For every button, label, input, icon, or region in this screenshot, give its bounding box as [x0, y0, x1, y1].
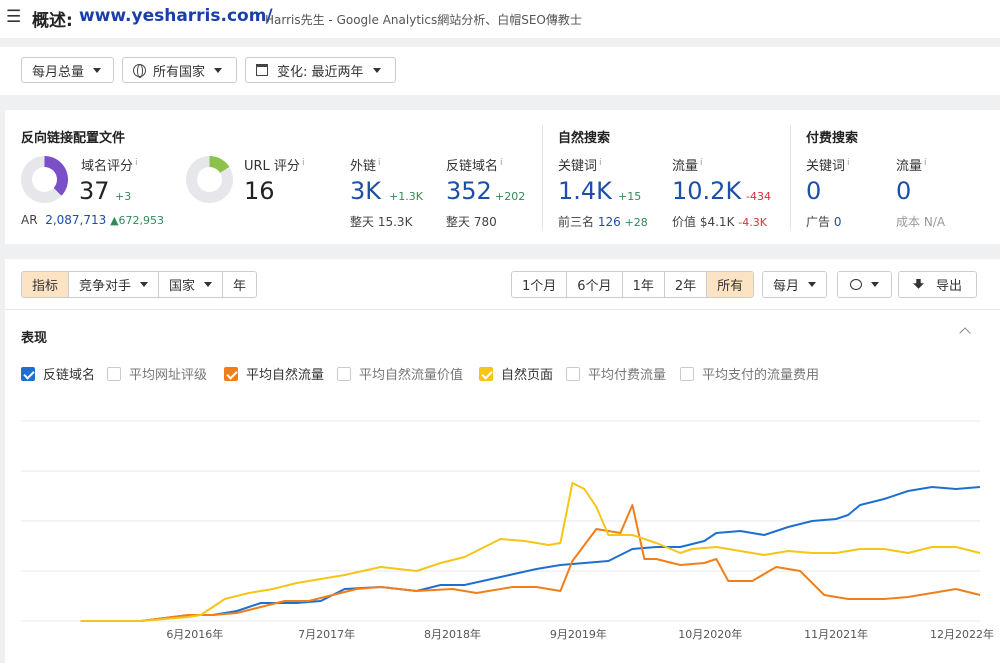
performance-chart: 6月2016年 7月2017年 8月2018年 9月2019年 10月2020年 11月2…: [21, 420, 994, 641]
backlinks-section-title: 反向链接配置文件: [21, 131, 126, 146]
globe-icon: [133, 63, 146, 78]
traffic-value: 价值 $4.1K -4.3K: [672, 215, 767, 229]
change-dropdown[interactable]: 变化: 最近两年: [245, 57, 396, 83]
info-icon: i: [301, 157, 305, 168]
x-tick-label: 8月2018年: [424, 627, 481, 641]
section-divider: [790, 125, 791, 230]
series-line: [80, 482, 981, 622]
info-icon: i: [924, 157, 927, 168]
domain-rating-donut: [21, 156, 68, 203]
performance-panel: 指标 竞争对手 国家 年 1个月 6个月 1年 2年 所有 每月 导出 表现 反…: [5, 259, 1000, 663]
organic-keywords-label[interactable]: 关键词 i: [558, 155, 602, 174]
ahrefs-rank-delta: ▲672,953: [110, 214, 165, 227]
series-line: [80, 504, 981, 622]
paid-ads: 广告 0: [806, 215, 842, 229]
chevron-down-icon: [214, 67, 223, 73]
section-divider: [542, 125, 543, 230]
info-icon: i: [847, 157, 850, 168]
paid-keywords-label[interactable]: 关键词 i: [806, 155, 850, 174]
filter-bar: 每月总量 所有国家 变化: 最近两年: [0, 47, 1000, 95]
page-subtitle: Harris先生 - Google Analytics網站分析、白帽SEO傳教士: [265, 13, 582, 27]
chevron-down-icon: [372, 67, 381, 73]
ahrefs-rank: AR 2,087,713 ▲672,953: [21, 213, 165, 227]
x-tick-label: 9月2019年: [550, 627, 607, 641]
organic-section-title: 自然搜索: [558, 131, 611, 146]
info-icon: i: [378, 157, 381, 168]
change-dropdown-label: 变化: 最近两年: [277, 64, 364, 80]
url-rating-value: 16: [244, 177, 275, 205]
paid-traffic-label[interactable]: 流量 i: [896, 155, 927, 174]
series-line: [80, 486, 981, 622]
referring-domains-delta: +202: [495, 190, 526, 203]
organic-traffic-value[interactable]: 10.2K: [672, 177, 741, 205]
page-title-prefix: 概述:: [32, 11, 73, 31]
page-title-domain[interactable]: www.yesharris.com/: [79, 6, 273, 26]
info-icon: i: [700, 157, 703, 168]
stats-panel: 反向链接配置文件 域名评分 i 37 +3 AR 2,087,713 ▲672,9…: [5, 110, 1000, 244]
url-rating-label[interactable]: URL 评分 i: [244, 155, 304, 174]
paid-keywords-value[interactable]: 0: [806, 177, 821, 205]
url-rating-donut: [186, 156, 233, 203]
x-tick-label: 7月2017年: [298, 627, 355, 641]
country-dropdown-label: 所有国家: [153, 64, 206, 80]
domain-rating-label[interactable]: 域名评分 i: [81, 155, 138, 174]
x-tick-label: 6月2016年: [166, 627, 223, 641]
volume-dropdown[interactable]: 每月总量: [21, 57, 114, 83]
ahrefs-rank-value: 2,087,713: [45, 213, 107, 227]
top3-positions: 前三名 126 +28: [558, 215, 648, 229]
organic-keywords-delta: +15: [618, 190, 642, 203]
backlinks-delta: +1.3K: [389, 190, 423, 203]
menu-icon[interactable]: ☰: [6, 7, 21, 27]
calendar-icon: [256, 64, 268, 76]
domain-rating-value: 37: [79, 177, 110, 205]
x-tick-label: 12月2022年: [930, 627, 994, 641]
info-icon: i: [500, 157, 503, 168]
referring-domains-total: 整天 780: [446, 215, 497, 229]
backlinks-label[interactable]: 外链 i: [350, 155, 381, 174]
referring-domains-label[interactable]: 反链域名 i: [446, 155, 503, 174]
backlinks-value[interactable]: 3K: [350, 177, 381, 205]
paid-section-title: 付费搜索: [806, 131, 859, 146]
referring-domains-value[interactable]: 352: [446, 177, 492, 205]
x-tick-label: 11月2021年: [804, 627, 868, 641]
info-icon: i: [135, 157, 138, 168]
paid-traffic-value[interactable]: 0: [896, 177, 911, 205]
organic-traffic-delta: -434: [746, 190, 771, 203]
organic-keywords-value[interactable]: 1.4K: [558, 177, 612, 205]
backlinks-total: 整天 15.3K: [350, 215, 413, 229]
top-bar: ☰ 概述: www.yesharris.com/ Harris先生 - Goog…: [0, 0, 1000, 38]
country-dropdown[interactable]: 所有国家: [122, 57, 237, 83]
volume-dropdown-label: 每月总量: [32, 64, 85, 80]
info-icon: i: [599, 157, 602, 168]
paid-cost: 成本 N/A: [896, 215, 946, 229]
organic-traffic-label[interactable]: 流量 i: [672, 155, 703, 174]
x-tick-label: 10月2020年: [678, 627, 742, 641]
chevron-down-icon: [93, 67, 102, 73]
domain-rating-delta: +3: [115, 190, 132, 203]
